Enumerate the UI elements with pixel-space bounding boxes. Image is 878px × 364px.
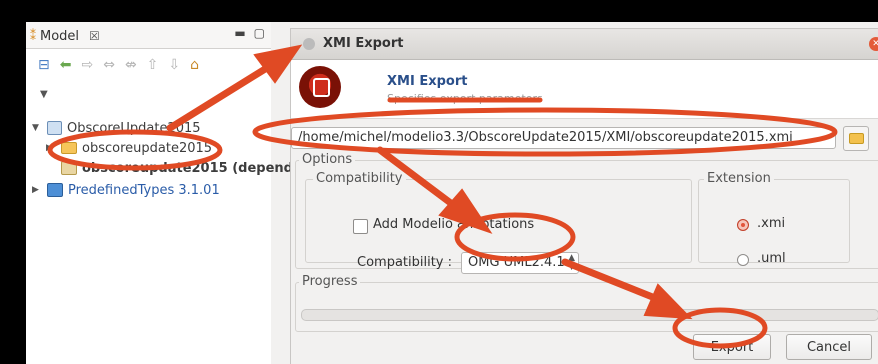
browse-button[interactable]: [843, 126, 869, 151]
close-icon[interactable]: ✕: [869, 37, 878, 51]
close-icon[interactable]: ☒: [89, 29, 100, 43]
model-toolbar: ⊟ ⬅ ⇨ ⇔ ⇎ ⇧ ⇩ ⌂: [26, 52, 283, 78]
forward-arrow-icon[interactable]: ⇨: [81, 57, 93, 73]
model-panel: ⁑ Model ☒ ▬ ▢ ⊟ ⬅ ⇨ ⇔ ⇎ ⇧ ⇩ ⌂ ▼ ▼ Obscor…: [26, 22, 293, 364]
extension-uml-radio[interactable]: [737, 254, 749, 266]
desktop-area: ⁑ Model ☒ ▬ ▢ ⊟ ⬅ ⇨ ⇔ ⇎ ⇧ ⇩ ⌂ ▼ ▼ Obscor…: [26, 22, 878, 364]
progress-group: [295, 282, 878, 332]
expand-toggle-icon[interactable]: ▶: [46, 143, 56, 153]
cancel-button[interactable]: Cancel: [786, 334, 872, 360]
tree-item-model[interactable]: ▶ obscoreupdate2015: [46, 138, 212, 158]
export-progress-bar: [301, 309, 878, 321]
extension-xmi-label: .xmi: [757, 216, 786, 231]
link-icon[interactable]: ⇔: [103, 57, 115, 73]
xmi-export-dialog: XMI Export ✕ XMI Export Specifies export…: [290, 28, 878, 364]
tree-item-label: obscoreupdate2015: [82, 140, 213, 156]
modelio-logo-icon: [299, 66, 341, 108]
compatibility-select[interactable]: OMG UML2.4.1 ▲ ▼: [461, 252, 579, 274]
export-button[interactable]: Export: [693, 334, 771, 360]
model-tab[interactable]: ⁑ Model ☒: [30, 26, 100, 46]
progress-label: Progress: [299, 274, 361, 289]
spinner-arrows-icon: ▲ ▼: [568, 253, 575, 272]
home-icon[interactable]: ⌂: [190, 57, 199, 73]
minimize-icon[interactable]: ▬: [234, 26, 245, 40]
tree-item-label: ObscoreUpdate2015: [67, 120, 201, 136]
view-window-controls: ▬ ▢: [234, 26, 265, 40]
expand-toggle-icon[interactable]: ▼: [32, 123, 42, 133]
add-annotations-label: Add Modelio annotations: [373, 217, 535, 232]
export-path-field[interactable]: /home/michel/modelio3.3/ObscoreUpdate201…: [291, 127, 836, 149]
compatibility-group-label: Compatibility: [313, 171, 406, 186]
maximize-icon[interactable]: ▢: [254, 26, 265, 40]
package-icon: [47, 121, 62, 135]
expand-toggle-icon[interactable]: ▶: [32, 185, 42, 195]
tree-item-dependencies[interactable]: obscoreupdate2015 (depend: [46, 158, 293, 178]
tree-item-project[interactable]: ▼ ObscoreUpdate2015: [32, 118, 201, 138]
tree-item-predefined-types[interactable]: ▶ PredefinedTypes 3.1.01: [32, 180, 220, 200]
dialog-banner: XMI Export Specifies export parameters: [291, 60, 878, 119]
dialog-menu-icon[interactable]: [303, 38, 315, 50]
down-arrow-icon[interactable]: ⇩: [168, 57, 180, 73]
back-arrow-icon[interactable]: ⬅: [60, 57, 72, 73]
extension-group-label: Extension: [704, 171, 774, 186]
types-icon: [47, 183, 63, 197]
banner-subtitle: Specifies export parameters: [387, 92, 543, 105]
model-tabbar: ⁑ Model ☒ ▬ ▢: [26, 22, 271, 49]
banner-title: XMI Export: [387, 74, 468, 89]
options-label: Options: [299, 152, 356, 167]
view-menu-chevron-icon[interactable]: ▼: [40, 89, 48, 100]
collapse-all-icon[interactable]: ⊟: [38, 57, 50, 73]
compatibility-label: Compatibility :: [357, 255, 453, 270]
folder-icon: [61, 142, 77, 154]
tree-item-label: PredefinedTypes 3.1.01: [68, 182, 220, 198]
up-arrow-icon[interactable]: ⇧: [147, 57, 159, 73]
model-view-icon: ⁑: [30, 29, 36, 43]
model-tab-label: Model: [40, 28, 80, 44]
compatibility-select-value: OMG UML2.4.1: [468, 255, 565, 270]
dependency-icon: [61, 161, 77, 175]
dialog-titlebar[interactable]: XMI Export ✕: [291, 29, 878, 60]
add-annotations-checkbox[interactable]: [353, 219, 368, 234]
extension-xmi-radio[interactable]: [737, 219, 749, 231]
extension-uml-label: .uml: [757, 251, 786, 266]
folder-open-icon: [848, 133, 864, 144]
tree-item-label: obscoreupdate2015 (depend: [82, 160, 293, 176]
sync-icon[interactable]: ⇎: [125, 57, 137, 73]
dialog-title: XMI Export: [323, 36, 404, 51]
